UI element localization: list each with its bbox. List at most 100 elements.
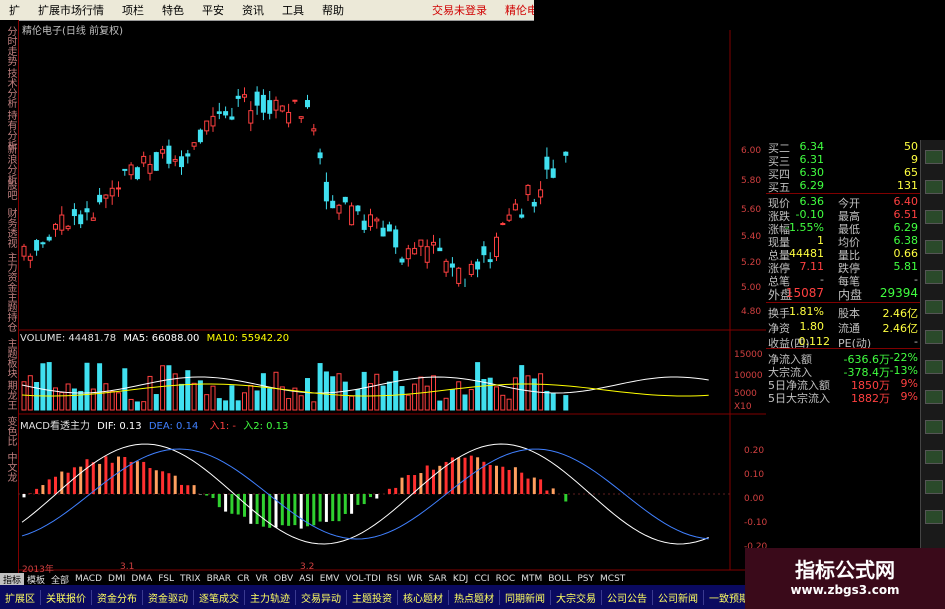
quote-value: -1.55% bbox=[785, 221, 824, 234]
indicator-tab[interactable]: TRIX bbox=[177, 574, 204, 584]
candle-body bbox=[449, 263, 455, 268]
toolbar-button[interactable] bbox=[925, 300, 943, 314]
indicator-tab[interactable]: CR bbox=[234, 574, 253, 584]
bottom-tab[interactable]: 大宗交易 bbox=[551, 589, 602, 605]
quote-value: 6.31 bbox=[799, 153, 825, 166]
indicator-tab[interactable]: EMV bbox=[317, 574, 343, 584]
bottom-tab[interactable]: 关联报价 bbox=[41, 589, 92, 605]
bottom-tab[interactable]: 扩展区 bbox=[0, 589, 41, 605]
indicator-tab[interactable]: MACD bbox=[72, 574, 105, 584]
indicator-tab[interactable]: WR bbox=[404, 574, 425, 584]
toolbar-button[interactable] bbox=[925, 210, 943, 224]
candle-body bbox=[229, 116, 235, 120]
toolbar-button[interactable] bbox=[925, 150, 943, 164]
indicator-tab[interactable]: VOL-TDI bbox=[342, 574, 383, 584]
toolbar-button[interactable] bbox=[925, 420, 943, 434]
indicator-tab[interactable]: MTM bbox=[518, 574, 545, 584]
bottom-tab[interactable]: 资金分布 bbox=[92, 589, 143, 605]
toolbar-button[interactable] bbox=[925, 390, 943, 404]
quote-value: -0.10 bbox=[795, 208, 824, 221]
toolbar-button[interactable] bbox=[925, 330, 943, 344]
quote-value: 9% bbox=[900, 377, 918, 390]
toolbar-button[interactable] bbox=[925, 450, 943, 464]
quote-volume: 131 bbox=[897, 179, 918, 192]
volume-bar bbox=[103, 383, 109, 411]
quote-row: 现价 6.36 今开 6.40 bbox=[766, 195, 920, 210]
volume-bar bbox=[273, 371, 279, 411]
toolbar-button[interactable] bbox=[925, 510, 943, 524]
bottom-tab[interactable]: 公司公告 bbox=[602, 589, 653, 605]
indicator-tab[interactable]: ASI bbox=[296, 574, 317, 584]
indicator-tab[interactable]: 模板 bbox=[24, 573, 48, 586]
indicator-tab[interactable]: FSL bbox=[155, 574, 177, 584]
bottom-tab[interactable]: 主力轨迹 bbox=[245, 589, 296, 605]
volume-bar bbox=[456, 381, 462, 411]
indicator-tab[interactable]: PSY bbox=[574, 574, 597, 584]
volume-bar bbox=[462, 394, 468, 411]
indicator-tab[interactable]: OBV bbox=[271, 574, 296, 584]
candle-body bbox=[399, 258, 405, 263]
macd-name: MACD看透主力 bbox=[20, 421, 90, 432]
quote-row: 买二 6.34 50 bbox=[766, 140, 920, 155]
quote-value: 6.29 bbox=[799, 179, 825, 192]
volume-bar bbox=[449, 389, 455, 411]
candle-body bbox=[216, 111, 222, 114]
quote-value: -13% bbox=[889, 364, 918, 377]
indicator-tab[interactable]: CCI bbox=[471, 574, 492, 584]
volume-bar bbox=[27, 375, 33, 411]
candle-body bbox=[160, 149, 166, 154]
bottom-tab[interactable]: 交易异动 bbox=[296, 589, 347, 605]
indicator-tab[interactable]: DMA bbox=[128, 574, 155, 584]
indicator-tab[interactable]: ROC bbox=[493, 574, 519, 584]
bottom-tab[interactable]: 逐笔成交 bbox=[194, 589, 245, 605]
bottom-tab[interactable]: 热点题材 bbox=[449, 589, 500, 605]
bottom-tab[interactable]: 主题投资 bbox=[347, 589, 398, 605]
quote-label: 换手 bbox=[768, 307, 790, 320]
volume-bar bbox=[506, 398, 512, 411]
quote-value: 2.46亿 bbox=[882, 307, 919, 320]
candle-body bbox=[298, 116, 304, 119]
indicator-tab[interactable]: DMI bbox=[105, 574, 128, 584]
indicator-tab[interactable]: BOLL bbox=[545, 574, 574, 584]
price-tick: 5.00 bbox=[741, 283, 762, 293]
candle-body bbox=[27, 255, 33, 261]
quote-value: 6.30 bbox=[799, 166, 825, 179]
quote-row: 5日净流入额 1850万 9% bbox=[766, 377, 920, 392]
candle-body bbox=[305, 100, 310, 108]
price-tick: 5.80 bbox=[741, 176, 762, 186]
candle-body bbox=[128, 164, 134, 176]
toolbar-button[interactable] bbox=[925, 270, 943, 284]
toolbar-button[interactable] bbox=[925, 480, 943, 494]
quote-value: -22% bbox=[889, 351, 918, 364]
indicator-tab[interactable]: 指标 bbox=[0, 572, 25, 586]
quote-row: 涨跌 -0.10 最高 6.51 bbox=[766, 208, 920, 223]
bottom-tab[interactable]: 公司新闻 bbox=[653, 589, 704, 605]
quote-row: 买五 6.29 131 bbox=[766, 179, 920, 194]
indicator-tab[interactable]: 全部 bbox=[48, 573, 72, 586]
bottom-tab[interactable]: 资金驱动 bbox=[143, 589, 194, 605]
indicator-tab[interactable]: BRAR bbox=[204, 574, 234, 584]
toolbar-button[interactable] bbox=[925, 360, 943, 374]
candle-body bbox=[248, 110, 254, 124]
volume-bar bbox=[544, 390, 550, 411]
indicator-tab[interactable]: MCST bbox=[597, 574, 628, 584]
quote-value: 6.29 bbox=[893, 221, 919, 234]
bottom-tab[interactable]: 核心题材 bbox=[398, 589, 449, 605]
toolbar-button[interactable] bbox=[925, 240, 943, 254]
indicator-tab[interactable]: VR bbox=[253, 574, 271, 584]
macd-legend: MACD看透主力 DIF: 0.13 DEA: 0.14 入1: - 入2: 0… bbox=[20, 417, 288, 432]
volume-bar bbox=[368, 383, 373, 411]
bottom-tab[interactable]: 同期新闻 bbox=[500, 589, 551, 605]
candle-body bbox=[34, 240, 40, 251]
volume-bar bbox=[260, 373, 266, 411]
volume-bar bbox=[59, 392, 65, 411]
indicator-tab[interactable]: SAR bbox=[426, 574, 450, 584]
toolbar-button[interactable] bbox=[925, 180, 943, 194]
quote-label: 流通 bbox=[838, 322, 860, 335]
candle-body bbox=[235, 95, 241, 99]
quote-row: 涨幅 -1.55% 最低 6.29 bbox=[766, 221, 920, 236]
indicator-tab[interactable]: KDJ bbox=[450, 574, 472, 584]
volume-bar bbox=[116, 392, 121, 411]
indicator-tab[interactable]: RSI bbox=[384, 574, 405, 584]
volume-bar bbox=[494, 386, 499, 411]
